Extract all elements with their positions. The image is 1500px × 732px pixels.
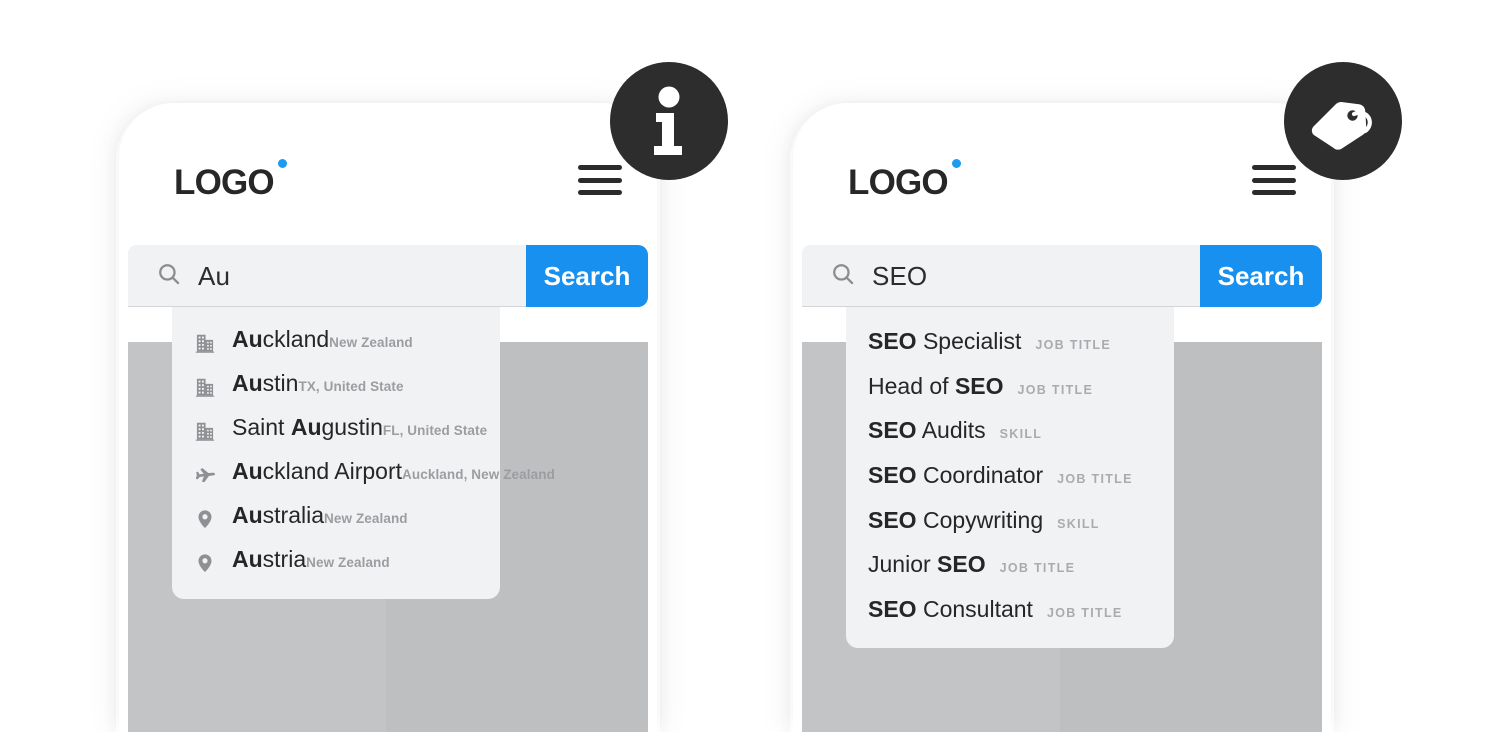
price-tag-icon [1311, 102, 1372, 150]
suggestion-title: Australia [232, 502, 325, 528]
suggestion-title: Austria [232, 546, 307, 572]
logo-dot-icon [277, 158, 287, 168]
suggestion-category-tag: JOB TITLE [1035, 338, 1111, 352]
search-icon [156, 261, 182, 292]
suggestion-title: SEO Copywriting [868, 506, 1044, 533]
app-header-left: LOGO [128, 112, 648, 242]
logo-text: LOGO [174, 162, 275, 202]
building-icon [194, 374, 216, 400]
info-badge [610, 62, 728, 180]
phone-mock-right: LOGO SEO Search SEO Specialist JOB TITLE… [802, 112, 1322, 732]
search-value-right: SEO [872, 260, 928, 291]
suggestion-item[interactable]: SEO Copywriting SKILL [846, 498, 1174, 543]
suggestion-item[interactable]: Junior SEO JOB TITLE [846, 542, 1174, 587]
info-icon [654, 86, 682, 155]
phone-mock-left: LOGO Au Search AucklandNew Zealand Austi… [128, 112, 648, 732]
suggestion-title: SEO Coordinator [868, 462, 1044, 489]
hamburger-bar [578, 190, 622, 195]
search-button-left[interactable]: Search [526, 245, 648, 307]
suggestion-title: SEO Audits [868, 417, 986, 444]
search-bar-right: SEO Search [802, 245, 1322, 307]
app-header-right: LOGO [802, 112, 1322, 242]
logo-left[interactable]: LOGO [174, 155, 287, 202]
suggestion-subtitle: New Zealand [329, 335, 413, 350]
suggestion-subtitle: Auckland, New Zealand [402, 467, 555, 482]
logo-text: LOGO [848, 162, 949, 202]
suggestion-title: Junior SEO [868, 551, 986, 578]
hamburger-menu-icon[interactable] [1252, 159, 1296, 195]
suggestion-category-tag: JOB TITLE [999, 561, 1076, 576]
suggestion-item[interactable]: Head of SEO JOB TITLE [846, 364, 1174, 409]
suggestion-item[interactable]: SEO Coordinator JOB TITLE [846, 453, 1174, 498]
suggestion-title: Saint Augustin [232, 414, 383, 440]
suggestion-subtitle: New Zealand [324, 511, 408, 526]
suggestion-category-tag: SKILL [1057, 516, 1100, 531]
search-icon [830, 261, 856, 292]
search-bar-left: Au Search [128, 245, 648, 307]
phone-screen-right: LOGO SEO Search SEO Specialist JOB TITLE… [802, 112, 1322, 732]
suggestion-subtitle: New Zealand [306, 555, 390, 570]
suggestion-item[interactable]: AustinTX, United State [172, 363, 500, 407]
suggestion-item[interactable]: AustraliaNew Zealand [172, 495, 500, 539]
search-button-right[interactable]: Search [1200, 245, 1322, 307]
suggestion-item[interactable]: AucklandNew Zealand [172, 319, 500, 363]
location-pin-icon [194, 506, 216, 532]
building-icon [194, 418, 216, 444]
logo-dot-icon [951, 158, 961, 168]
suggestion-item[interactable]: Auckland AirportAuckland, New Zealand [172, 451, 555, 495]
suggestion-title: Austin [232, 370, 299, 396]
hamburger-bar [578, 177, 622, 183]
search-input-right[interactable]: SEO [802, 245, 1200, 307]
hamburger-bar [1252, 165, 1296, 170]
stage: LOGO Au Search AucklandNew Zealand Austi… [0, 0, 1500, 732]
suggestion-dropdown-right: SEO Specialist JOB TITLE Head of SEO JOB TI… [846, 307, 1174, 648]
location-pin-icon [194, 550, 216, 576]
suggestion-item[interactable]: SEO Audits SKILL [846, 408, 1174, 453]
suggestion-item[interactable]: SEO Specialist JOB TITLE [846, 319, 1174, 364]
hamburger-menu-icon[interactable] [578, 159, 622, 195]
airplane-icon [194, 462, 216, 488]
building-icon [194, 330, 216, 356]
suggestion-subtitle: TX, United State [298, 379, 404, 394]
tag-badge [1284, 62, 1402, 180]
suggestion-title: SEO Specialist [868, 328, 1022, 354]
logo-right[interactable]: LOGO [848, 155, 961, 202]
hamburger-bar [1252, 177, 1296, 183]
suggestion-item[interactable]: AustriaNew Zealand [172, 539, 500, 583]
suggestion-dropdown-left: AucklandNew Zealand AustinTX, United Stat… [172, 307, 555, 599]
hamburger-bar [1252, 190, 1296, 195]
suggestion-title: Auckland [232, 326, 330, 352]
search-input-left[interactable]: Au [128, 245, 526, 307]
suggestion-title: SEO Consultant [868, 596, 1033, 623]
suggestion-item[interactable]: Saint AugustinFL, United State [172, 407, 500, 451]
suggestion-category-tag: SKILL [999, 427, 1043, 442]
suggestion-category-tag: JOB TITLE [1046, 606, 1123, 621]
phone-screen-left: LOGO Au Search AucklandNew Zealand Austi… [128, 112, 648, 732]
suggestion-category-tag: JOB TITLE [1017, 382, 1094, 397]
suggestion-subtitle: FL, United State [382, 423, 488, 438]
suggestion-item[interactable]: SEO Consultant JOB TITLE [846, 587, 1174, 632]
suggestion-category-tag: JOB TITLE [1057, 472, 1133, 487]
suggestion-title: Auckland Airport [232, 458, 403, 484]
search-value-left: Au [198, 260, 231, 291]
hamburger-bar [578, 165, 622, 170]
suggestion-title: Head of SEO [868, 372, 1004, 399]
